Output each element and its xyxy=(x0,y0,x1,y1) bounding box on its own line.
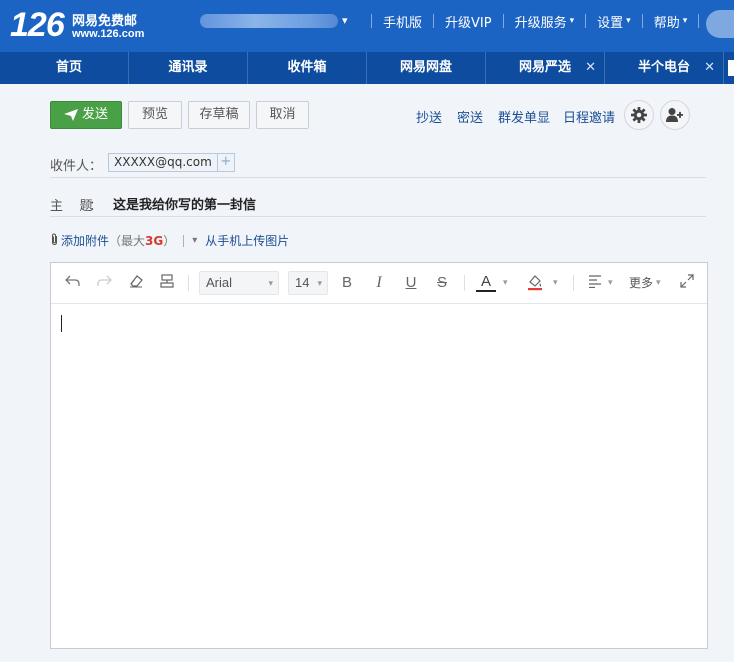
chevron-down-icon: ▾ xyxy=(268,278,273,288)
subject-colon: ： xyxy=(89,199,103,214)
tab-netdisk[interactable]: 网易网盘 xyxy=(367,52,486,84)
to-colon: ： xyxy=(89,159,103,174)
logo-number[interactable]: 126 xyxy=(10,6,65,44)
attachment-row: 添加附件 （最大 3G ） ▾ 从手机上传图片 xyxy=(50,232,289,249)
editor-body[interactable] xyxy=(51,304,707,648)
gear-icon[interactable] xyxy=(624,100,654,130)
add-recipient-button[interactable]: + xyxy=(216,154,234,171)
top-header: 126 网易免费邮 www.126.com ▾ 手机版 升级VIP 升级服务 ▾ … xyxy=(0,0,734,52)
tab-bar: 首页 通讯录 收件箱 网易网盘 网易严选 ✕ 半个电台 ✕ xyxy=(0,52,734,84)
divider xyxy=(50,177,706,178)
eraser-icon[interactable] xyxy=(126,273,146,293)
bold-button[interactable]: B xyxy=(337,273,357,293)
nav-separator xyxy=(698,14,700,28)
chevron-down-icon[interactable]: ▾ xyxy=(656,273,661,293)
save-draft-button[interactable]: 存草稿 xyxy=(188,101,250,129)
logo-name[interactable]: 网易免费邮 xyxy=(72,10,137,29)
mail-editor: Arial ▾ 14 ▾ B I U S A ▾ ▾ ▾ 更多 ▾ xyxy=(50,262,708,649)
chevron-down-icon[interactable]: ▾ xyxy=(503,273,508,293)
chevron-down-icon: ▾ xyxy=(317,278,322,288)
account-chevron-down-icon[interactable]: ▾ xyxy=(342,14,348,27)
chevron-down-icon: ▾ xyxy=(626,16,631,26)
add-attachment-link[interactable]: 添加附件 xyxy=(61,232,109,249)
nav-mobile[interactable]: 手机版 xyxy=(383,12,422,31)
font-family-select[interactable]: Arial ▾ xyxy=(199,271,279,295)
chevron-down-icon: ▾ xyxy=(682,16,688,26)
chevron-down-icon[interactable]: ▾ xyxy=(553,273,558,293)
nav-upgrade-vip[interactable]: 升级VIP xyxy=(445,12,492,31)
nav-settings[interactable]: 设置 ▾ xyxy=(597,12,631,31)
tab-contacts[interactable]: 通讯录 xyxy=(129,52,248,84)
nav-separator xyxy=(371,14,372,28)
nav-separator xyxy=(585,14,587,28)
divider xyxy=(183,234,185,247)
recipient-chip[interactable]: XXXXX@qq.com + xyxy=(108,153,235,172)
redo-icon[interactable] xyxy=(94,273,114,293)
account-name-blurred[interactable] xyxy=(200,14,338,28)
logo-url: www.126.com xyxy=(72,28,145,40)
align-icon[interactable] xyxy=(585,273,605,293)
strikethrough-button[interactable]: S xyxy=(432,273,452,293)
fullscreen-icon[interactable] xyxy=(677,273,697,293)
highlight-icon[interactable] xyxy=(525,273,545,293)
italic-button[interactable]: I xyxy=(369,273,389,293)
search-pill[interactable] xyxy=(706,10,734,38)
bcc-link[interactable]: 密送 xyxy=(457,107,483,126)
cancel-button[interactable]: 取消 xyxy=(256,101,309,129)
close-icon[interactable]: ✕ xyxy=(585,52,596,84)
divider xyxy=(188,275,189,291)
subject-label: 主 题 xyxy=(50,199,93,214)
more-button[interactable]: 更多 xyxy=(627,273,655,293)
tab-yanxuan[interactable]: 网易严选 ✕ xyxy=(486,52,605,84)
nav-separator xyxy=(433,14,435,28)
send-plane-icon xyxy=(63,108,78,121)
top-nav: 手机版 升级VIP 升级服务▾ 设置▾ 帮助▾ 退出 xyxy=(360,12,734,31)
cc-link[interactable]: 抄送 xyxy=(416,107,442,126)
editor-toolbar: Arial ▾ 14 ▾ B I U S A ▾ ▾ ▾ 更多 ▾ xyxy=(51,263,707,304)
tab-inbox[interactable]: 收件箱 xyxy=(248,52,367,84)
attach-limit-close: ） xyxy=(163,234,176,248)
tab-scroll-edge[interactable] xyxy=(728,60,734,76)
send-button[interactable]: 发送 xyxy=(50,101,122,129)
nav-separator xyxy=(502,14,504,28)
add-contact-icon[interactable] xyxy=(660,100,690,130)
attach-limit-value: 3G xyxy=(145,233,164,248)
tab-radio[interactable]: 半个电台 ✕ xyxy=(605,52,724,84)
attach-limit-open: （最大 xyxy=(109,234,146,248)
tab-home[interactable]: 首页 xyxy=(10,52,129,84)
undo-icon[interactable] xyxy=(63,273,83,293)
close-icon[interactable]: ✕ xyxy=(704,52,715,84)
schedule-invite-link[interactable]: 日程邀请 xyxy=(563,107,615,126)
divider xyxy=(573,275,574,291)
nav-upgrade-service[interactable]: 升级服务 ▾ xyxy=(515,12,575,31)
nav-help[interactable]: 帮助 ▾ xyxy=(654,12,688,31)
to-label: 收件人 xyxy=(50,159,90,174)
font-size-select[interactable]: 14 ▾ xyxy=(288,271,328,295)
group-send-link[interactable]: 群发单显 xyxy=(498,107,550,126)
format-painter-icon[interactable] xyxy=(157,273,177,293)
text-cursor xyxy=(61,315,62,332)
underline-button[interactable]: U xyxy=(401,273,421,293)
font-color-button[interactable]: A xyxy=(476,273,496,292)
divider xyxy=(50,216,706,217)
chevron-down-icon[interactable]: ▾ xyxy=(608,273,613,293)
paperclip-icon xyxy=(50,232,59,249)
chevron-down-icon: ▾ xyxy=(569,16,575,26)
preview-button[interactable]: 预览 xyxy=(128,101,182,129)
divider xyxy=(464,275,465,291)
upload-from-phone-link[interactable]: 从手机上传图片 xyxy=(205,232,289,249)
nav-separator xyxy=(641,14,643,28)
recipient-address[interactable]: XXXXX@qq.com xyxy=(109,154,217,171)
attach-more-chevron-icon[interactable]: ▾ xyxy=(192,235,197,246)
subject-input[interactable]: 这是我给你写的第一封信 xyxy=(113,194,256,213)
